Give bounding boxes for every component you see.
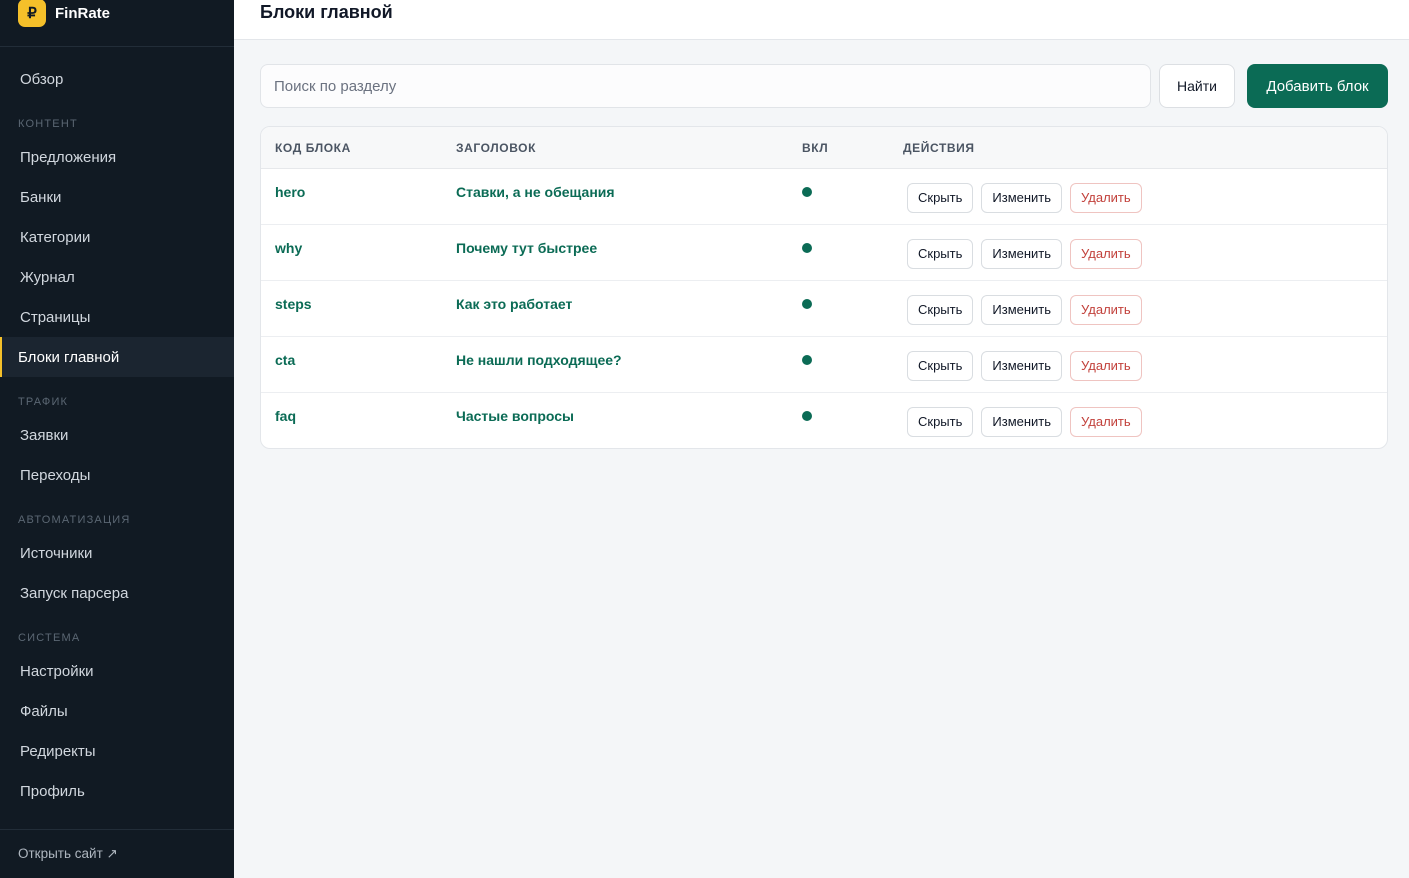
sidebar-item[interactable]: Файлы (0, 691, 234, 731)
add-block-button[interactable]: Добавить блок (1247, 64, 1388, 108)
enabled-cell (802, 243, 903, 253)
sidebar-nav: Обзор КОНТЕНТ Предложения Банки Категории Жур… (0, 47, 234, 811)
enabled-dot-icon (802, 243, 812, 253)
sidebar-item[interactable]: Блоки главной (0, 337, 234, 377)
nav-section-label: КОНТЕНТ (18, 118, 78, 130)
table-header: КОД БЛОКА ЗАГОЛОВОК ВКЛ ДЕЙСТВИЯ (261, 127, 1387, 169)
delete-button[interactable]: Удалить (1070, 406, 1142, 437)
sidebar-item[interactable]: Журнал (0, 257, 234, 297)
main-content: Найти Добавить блок КОД БЛОКА ЗАГОЛОВОК … (260, 64, 1388, 449)
actions-cell: Скрыть Изменить Удалить (903, 237, 1387, 269)
search-input[interactable] (260, 64, 1151, 108)
hide-button[interactable]: Скрыть (907, 294, 974, 325)
hide-button[interactable]: Скрыть (907, 350, 974, 381)
header-actions: ДЕЙСТВИЯ (903, 140, 975, 155)
edit-button[interactable]: Изменить (981, 406, 1063, 437)
block-code-link[interactable]: steps (261, 296, 456, 312)
blocks-table: КОД БЛОКА ЗАГОЛОВОК ВКЛ ДЕЙСТВИЯ hero Ста… (260, 126, 1388, 449)
sidebar-item[interactable]: Обзор (0, 59, 234, 99)
sidebar-item[interactable]: Категории (0, 217, 234, 257)
enabled-cell (802, 299, 903, 309)
hide-button[interactable]: Скрыть (907, 238, 974, 269)
table-row: faq Частые вопросы Скрыть Изменить Удалить (261, 393, 1387, 448)
sidebar-item[interactable]: Настройки (0, 651, 234, 691)
actions-cell: Скрыть Изменить Удалить (903, 181, 1387, 213)
page-header: Блоки главной (234, 0, 1409, 40)
sidebar-item[interactable]: Заявки (0, 415, 234, 455)
block-title-link[interactable]: Частые вопросы (456, 408, 802, 424)
sidebar-item[interactable]: Запуск парсера (0, 573, 234, 613)
sidebar-item[interactable]: Переходы (0, 455, 234, 495)
nav-section-label: ТРАФИК (18, 396, 69, 408)
ruble-logo-icon: ₽ (18, 0, 46, 27)
table-body: hero Ставки, а не обещания Скрыть Изменить У… (261, 169, 1387, 448)
sidebar-item[interactable]: Профиль (0, 771, 234, 811)
sidebar-item[interactable]: Банки (0, 177, 234, 217)
enabled-dot-icon (802, 411, 812, 421)
sidebar: ₽ FinRate Обзор КОНТЕНТ Предложения Банки Ка… (0, 0, 234, 878)
nav-section-label: СИСТЕМА (18, 632, 81, 644)
block-code-link[interactable]: faq (261, 408, 456, 424)
delete-button[interactable]: Удалить (1070, 238, 1142, 269)
enabled-cell (802, 355, 903, 365)
enabled-dot-icon (802, 299, 812, 309)
edit-button[interactable]: Изменить (981, 182, 1063, 213)
enabled-dot-icon (802, 187, 812, 197)
block-code-link[interactable]: cta (261, 352, 456, 368)
edit-button[interactable]: Изменить (981, 238, 1063, 269)
actions-cell: Скрыть Изменить Удалить (903, 405, 1387, 437)
open-site-link[interactable]: Открыть сайт ↗ (0, 829, 234, 878)
block-title-link[interactable]: Почему тут быстрее (456, 240, 802, 256)
hide-button[interactable]: Скрыть (907, 406, 974, 437)
table-row: hero Ставки, а не обещания Скрыть Изменить У… (261, 169, 1387, 225)
table-row: why Почему тут быстрее Скрыть Изменить Удали… (261, 225, 1387, 281)
hide-button[interactable]: Скрыть (907, 182, 974, 213)
actions-cell: Скрыть Изменить Удалить (903, 293, 1387, 325)
brand[interactable]: ₽ FinRate (0, 0, 234, 47)
delete-button[interactable]: Удалить (1070, 350, 1142, 381)
block-title-link[interactable]: Не нашли подходящее? (456, 352, 802, 368)
sidebar-item[interactable]: Редиректы (0, 731, 234, 771)
header-enabled: ВКЛ (802, 140, 829, 155)
sidebar-item[interactable]: Страницы (0, 297, 234, 337)
find-button[interactable]: Найти (1159, 64, 1235, 108)
brand-name: FinRate (55, 4, 111, 22)
delete-button[interactable]: Удалить (1070, 294, 1142, 325)
nav-section-label: АВТОМАТИЗАЦИЯ (18, 514, 131, 526)
sidebar-item[interactable]: Предложения (0, 137, 234, 177)
delete-button[interactable]: Удалить (1070, 182, 1142, 213)
edit-button[interactable]: Изменить (981, 294, 1063, 325)
header-title: ЗАГОЛОВОК (456, 140, 537, 155)
edit-button[interactable]: Изменить (981, 350, 1063, 381)
sidebar-item[interactable]: Источники (0, 533, 234, 573)
enabled-dot-icon (802, 355, 812, 365)
page-title: Блоки главной (260, 2, 393, 22)
block-code-link[interactable]: hero (261, 184, 456, 200)
search-row: Найти Добавить блок (260, 64, 1388, 108)
header-code: КОД БЛОКА (275, 140, 351, 155)
table-row: steps Как это работает Скрыть Изменить Удали… (261, 281, 1387, 337)
table-row: cta Не нашли подходящее? Скрыть Изменить Уда… (261, 337, 1387, 393)
block-title-link[interactable]: Ставки, а не обещания (456, 184, 802, 200)
enabled-cell (802, 187, 903, 197)
block-code-link[interactable]: why (261, 240, 456, 256)
enabled-cell (802, 411, 903, 421)
block-title-link[interactable]: Как это работает (456, 296, 802, 312)
actions-cell: Скрыть Изменить Удалить (903, 349, 1387, 381)
